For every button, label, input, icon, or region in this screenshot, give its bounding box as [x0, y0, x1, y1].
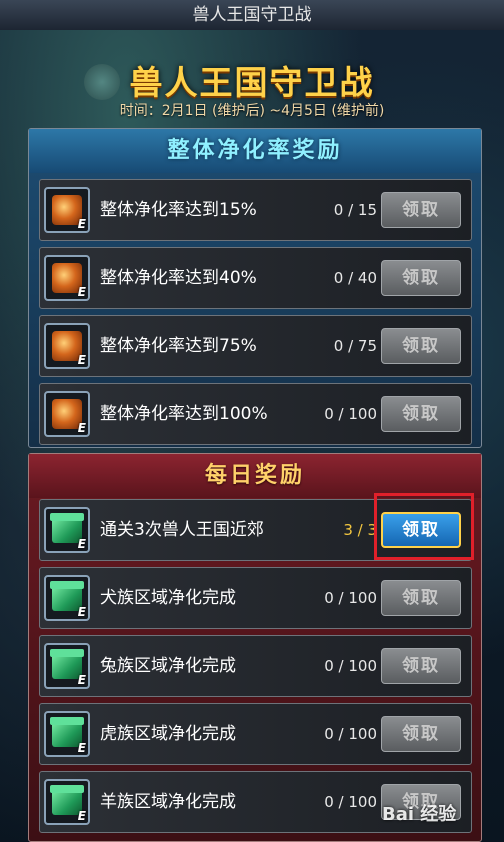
reward-progress: 0 / 75	[333, 337, 377, 355]
daily-section-title: 每日奖励	[29, 454, 481, 498]
reward-icon-frame[interactable]: E	[44, 711, 90, 757]
reward-label: 整体净化率达到15%	[100, 200, 257, 220]
reward-label: 通关3次兽人王国近郊	[100, 520, 264, 540]
reward-progress: 3 / 3	[343, 521, 377, 539]
reward-row: E 整体净化率达到40% 0 / 40 领取	[39, 247, 472, 309]
badge-e: E	[77, 741, 86, 755]
reward-progress: 0 / 100	[324, 589, 377, 607]
highlight-box	[374, 493, 474, 560]
reward-icon-frame[interactable]: E	[44, 575, 90, 621]
window-title-bar: 兽人王国守卫战	[0, 0, 504, 31]
claim-button[interactable]: 领取	[381, 648, 461, 684]
reward-progress: 0 / 40	[333, 269, 377, 287]
badge-e: E	[77, 809, 86, 823]
reward-label: 整体净化率达到40%	[100, 268, 257, 288]
claim-button[interactable]: 领取	[381, 580, 461, 616]
reward-label: 整体净化率达到75%	[100, 336, 257, 356]
window-title: 兽人王国守卫战	[192, 5, 312, 25]
reward-icon-frame[interactable]: E	[44, 187, 90, 233]
claim-button[interactable]: 领取	[381, 396, 461, 432]
badge-e: E	[77, 537, 86, 551]
badge-e: E	[77, 217, 86, 231]
reward-icon-frame[interactable]: E	[44, 507, 90, 553]
event-title: 兽人王国守卫战	[129, 63, 375, 102]
badge-e: E	[77, 285, 86, 299]
claim-button[interactable]: 领取	[381, 328, 461, 364]
reward-label: 整体净化率达到100%	[100, 404, 268, 424]
reward-row: E 整体净化率达到100% 0 / 100 领取	[39, 383, 472, 445]
reward-label: 兔族区域净化完成	[100, 656, 236, 676]
claim-button[interactable]: 领取	[381, 260, 461, 296]
reward-progress: 0 / 100	[324, 793, 377, 811]
reward-row: E 虎族区域净化完成 0 / 100 领取	[39, 703, 472, 765]
reward-icon-frame[interactable]: E	[44, 323, 90, 369]
reward-progress: 0 / 100	[324, 405, 377, 423]
reward-icon-frame[interactable]: E	[44, 255, 90, 301]
badge-e: E	[77, 605, 86, 619]
claim-button[interactable]: 领取	[381, 716, 461, 752]
reward-row: E 整体净化率达到15% 0 / 15 领取	[39, 179, 472, 241]
reward-row: E 犬族区域净化完成 0 / 100 领取	[39, 567, 472, 629]
reward-label: 犬族区域净化完成	[100, 588, 236, 608]
reward-label: 虎族区域净化完成	[100, 724, 236, 744]
reward-label: 羊族区域净化完成	[100, 792, 236, 812]
reward-row: E 整体净化率达到75% 0 / 75 领取	[39, 315, 472, 377]
reward-row: E 兔族区域净化完成 0 / 100 领取	[39, 635, 472, 697]
claim-button[interactable]: 领取	[381, 192, 461, 228]
purify-reward-panel: 整体净化率奖励 E 整体净化率达到15% 0 / 15 领取 E 整体净化率达到…	[28, 128, 482, 448]
watermark: Bai 经验	[382, 804, 457, 825]
purify-section-title: 整体净化率奖励	[29, 129, 481, 173]
reward-icon-frame[interactable]: E	[44, 391, 90, 437]
reward-progress: 0 / 15	[333, 201, 377, 219]
reward-icon-frame[interactable]: E	[44, 643, 90, 689]
reward-icon-frame[interactable]: E	[44, 779, 90, 825]
badge-e: E	[77, 421, 86, 435]
reward-progress: 0 / 100	[324, 657, 377, 675]
event-time: 时间：2月1日 (维护后) ~4月5日 (维护前)	[119, 103, 385, 119]
badge-e: E	[77, 673, 86, 687]
badge-e: E	[77, 353, 86, 367]
reward-progress: 0 / 100	[324, 725, 377, 743]
